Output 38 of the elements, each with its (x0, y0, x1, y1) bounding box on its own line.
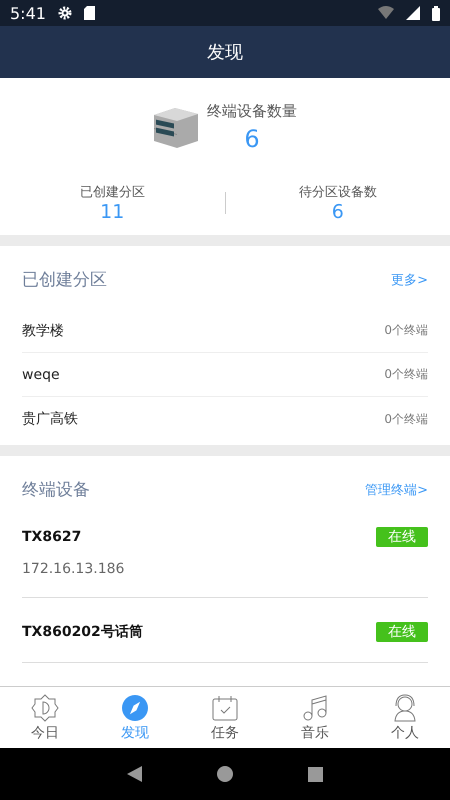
home-icon[interactable] (217, 766, 234, 782)
partition-name[interactable]: 教学楼 (22, 322, 64, 340)
page-title: 发现 (207, 41, 243, 64)
terminal-count: 0个终端 (384, 322, 428, 339)
server-icon (153, 106, 199, 148)
back-icon[interactable] (127, 766, 144, 782)
partition-name[interactable]: weqe (22, 366, 60, 382)
stat-value: 11 (100, 201, 124, 223)
status-badge: 在线 (376, 527, 428, 547)
terminal-count: 0个终端 (384, 410, 428, 428)
stat-label: 待分区设备数 (298, 184, 377, 201)
stat-value: 6 (332, 201, 344, 223)
sd-card-icon (84, 6, 95, 20)
nav-tab[interactable]: 今日 (0, 687, 90, 748)
summary-value: 6 (244, 125, 260, 153)
clock-time: 5:41 (10, 4, 46, 22)
device-name[interactable]: TX8627 (22, 529, 82, 545)
ip-address: 172.16.13.186 (22, 561, 126, 577)
music-note-icon (301, 694, 329, 722)
nav-tab[interactable]: 个人 (360, 687, 450, 748)
nav-tab[interactable]: 音乐 (270, 687, 360, 748)
section-title: 终端设备 (22, 479, 90, 501)
calendar-icon (211, 694, 239, 722)
section-title: 已创建分区 (22, 269, 107, 291)
partition-name[interactable]: 贵广高铁 (22, 410, 78, 428)
compass-icon (121, 694, 149, 722)
recents-icon[interactable] (308, 766, 323, 782)
stat-label: 已创建分区 (80, 184, 145, 201)
device-name[interactable]: TX860202号话筒 (22, 623, 143, 641)
sun-icon (31, 694, 59, 722)
summary-label: 终端设备数量 (207, 102, 297, 121)
settings-icon (58, 6, 72, 20)
nav-tab[interactable]: 任务 (180, 687, 270, 748)
battery-icon (432, 6, 440, 20)
wifi-icon (378, 6, 394, 20)
signal-icon (406, 6, 420, 20)
terminal-count: 0个终端 (384, 366, 428, 383)
status-badge: 在线 (376, 622, 428, 642)
